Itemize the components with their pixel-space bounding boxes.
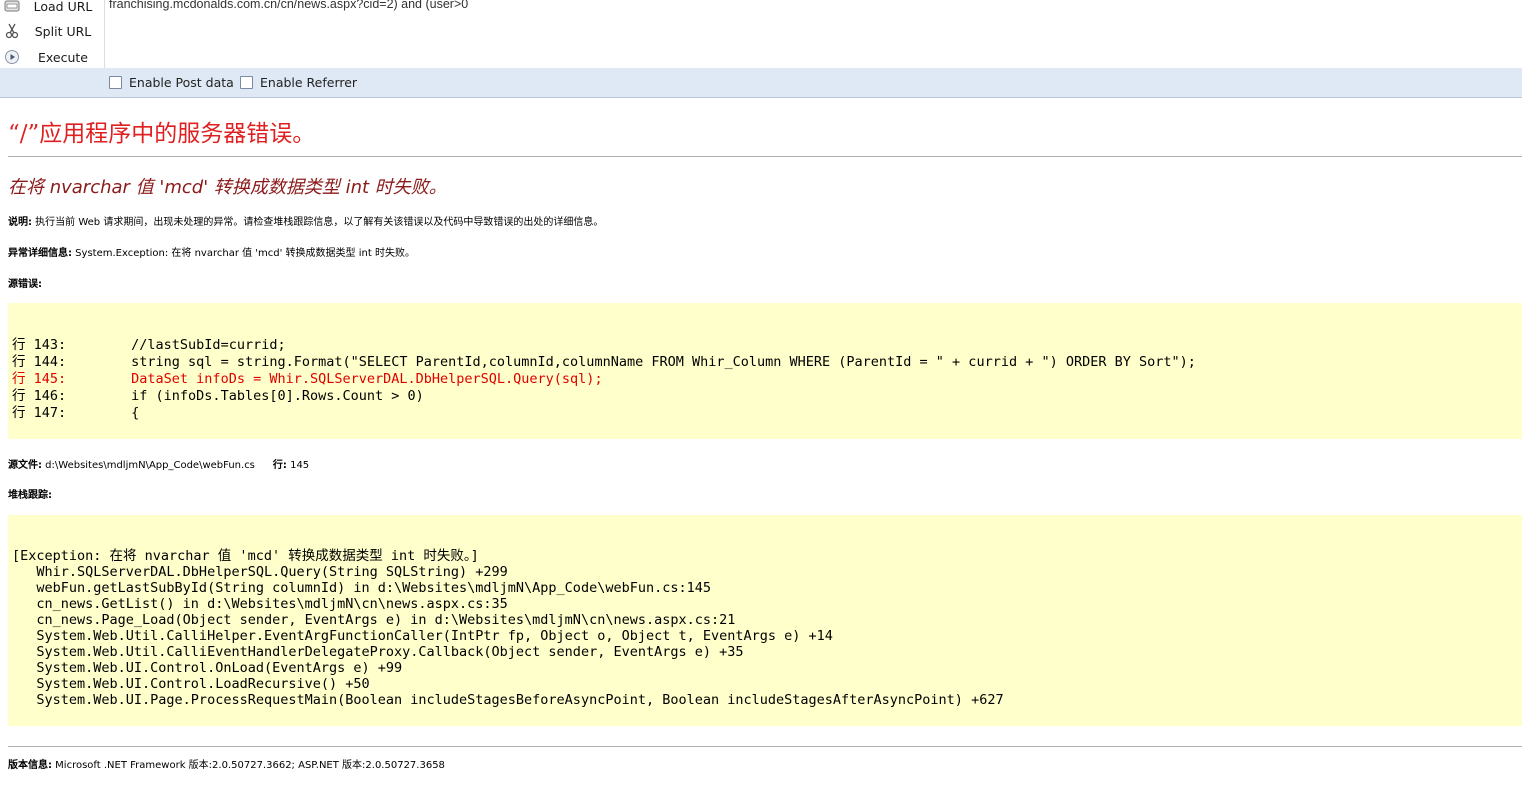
stack-trace-heading: 堆栈跟踪:: [8, 486, 52, 501]
stack-line: [Exception: 在将 nvarchar 值 'mcd' 转换成数据类型 …: [12, 548, 479, 564]
error-title: “/”应用程序中的服务器错误。: [8, 121, 316, 147]
play-icon: [4, 49, 20, 65]
source-error-label: 源错误:: [8, 279, 42, 290]
exception-details: 异常详细信息: System.Exception: 在将 nvarchar 值 …: [8, 244, 415, 259]
load-url-icon: [4, 0, 20, 14]
enable-referrer-label: Enable Referrer: [260, 75, 358, 90]
load-url-label: Load URL: [33, 0, 93, 14]
exception-label: 异常详细信息:: [8, 248, 72, 259]
code-line: 行 143: //lastSubId=currid;: [12, 337, 286, 353]
enable-post-checkbox[interactable]: Enable Post data: [109, 75, 234, 90]
description-text: 执行当前 Web 请求期间，出现未处理的异常。请检查堆栈跟踪信息，以了解有关该错…: [32, 217, 604, 228]
stack-line: System.Web.UI.Control.LoadRecursive() +5…: [12, 676, 370, 692]
hackbar-side-buttons: Load URL Split URL Execute: [0, 0, 104, 70]
load-url-button[interactable]: Load URL: [0, 0, 104, 19]
enable-referrer-checkbox[interactable]: Enable Referrer: [240, 75, 357, 90]
stack-line: System.Web.Util.CalliEventHandlerDelegat…: [12, 644, 744, 660]
source-code: 行 143: //lastSubId=currid; 行 144: string …: [12, 337, 1196, 422]
source-file-info: 源文件: d:\Websites\mdljmN\App_Code\webFun.…: [8, 456, 309, 471]
split-url-button[interactable]: Split URL: [0, 20, 104, 44]
stack-line: webFun.getLastSubById(String columnId) i…: [12, 580, 711, 596]
stack-line: cn_news.GetList() in d:\Websites\mdljmN\…: [12, 596, 508, 612]
checkbox-icon: [240, 76, 253, 89]
source-code-box: 行 143: //lastSubId=currid; 行 144: string …: [8, 303, 1522, 439]
stack-trace: [Exception: 在将 nvarchar 值 'mcd' 转换成数据类型 …: [12, 548, 1004, 708]
stack-line: cn_news.Page_Load(Object sender, EventAr…: [12, 612, 736, 628]
version-text: Microsoft .NET Framework 版本:2.0.50727.36…: [52, 760, 445, 771]
scissors-icon: [4, 23, 20, 39]
stack-line: Whir.SQLServerDAL.DbHelperSQL.Query(Stri…: [12, 564, 508, 580]
stack-line: System.Web.UI.Control.OnLoad(EventArgs e…: [12, 660, 403, 676]
description: 说明: 执行当前 Web 请求期间，出现未处理的异常。请检查堆栈跟踪信息，以了解…: [8, 213, 603, 228]
divider: [8, 156, 1522, 157]
stack-trace-label: 堆栈跟踪:: [8, 490, 52, 501]
hackbar-toolbar: Load URL Split URL Execute franchising.m…: [0, 0, 1522, 98]
exception-text: System.Exception: 在将 nvarchar 值 'mcd' 转换…: [72, 248, 415, 259]
description-label: 说明:: [8, 217, 32, 228]
source-file-value: d:\Websites\mdljmN\App_Code\webFun.cs: [42, 460, 255, 471]
execute-button[interactable]: Execute: [0, 46, 104, 70]
line-label: 行:: [272, 460, 287, 471]
enable-post-label: Enable Post data: [129, 75, 234, 90]
options-bar: Enable Post data Enable Referrer: [0, 68, 1522, 97]
version-label: 版本信息:: [8, 760, 52, 771]
code-line: 行 144: string sql = string.Format("SELEC…: [12, 354, 1196, 370]
stack-trace-box: [Exception: 在将 nvarchar 值 'mcd' 转换成数据类型 …: [8, 515, 1522, 726]
checkbox-icon: [109, 76, 122, 89]
execute-label: Execute: [38, 50, 88, 65]
line-value: 145: [286, 460, 310, 471]
url-textarea[interactable]: franchising.mcdonalds.com.cn/cn/news.asp…: [104, 0, 1522, 68]
source-file-label: 源文件:: [8, 460, 42, 471]
code-line: 行 147: {: [12, 405, 140, 421]
code-line-highlighted: 行 145: DataSet infoDs = Whir.SQLServerDA…: [12, 371, 603, 387]
split-url-label: Split URL: [34, 24, 92, 39]
divider: [8, 746, 1522, 747]
stack-line: System.Web.UI.Page.ProcessRequestMain(Bo…: [12, 692, 1004, 708]
url-value: franchising.mcdonalds.com.cn/cn/news.asp…: [109, 0, 469, 11]
source-error-heading: 源错误:: [8, 275, 42, 290]
code-line: 行 146: if (infoDs.Tables[0].Rows.Count >…: [12, 388, 424, 404]
error-subtitle: 在将 nvarchar 值 'mcd' 转换成数据类型 int 时失败。: [8, 177, 447, 198]
stack-line: System.Web.Util.CalliHelper.EventArgFunc…: [12, 628, 833, 644]
version-info: 版本信息: Microsoft .NET Framework 版本:2.0.50…: [8, 756, 445, 771]
